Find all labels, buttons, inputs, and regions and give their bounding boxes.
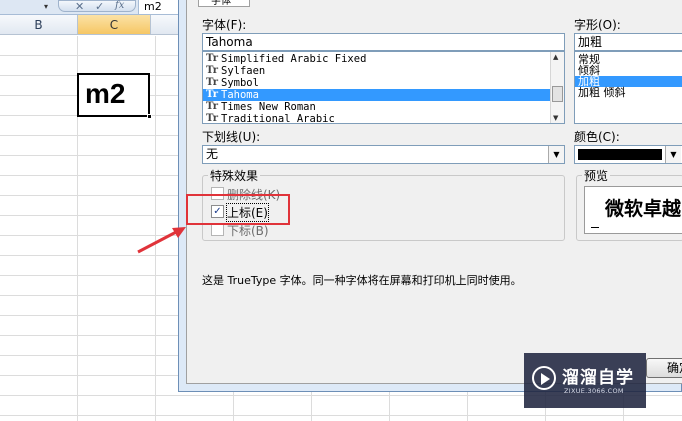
font-description: 这是 TrueType 字体。同一种字体将在屏幕和打印机上同时使用。: [202, 274, 522, 287]
scroll-up-icon[interactable]: ▲: [553, 53, 558, 61]
underline-select[interactable]: 无 ▼: [202, 145, 565, 164]
truetype-icon: Tr: [206, 77, 218, 88]
preview-sample: 微软卓越: [605, 198, 682, 220]
font-list-scrollbar[interactable]: ▲ ▼: [550, 52, 564, 123]
play-icon: [532, 366, 556, 390]
font-list-item[interactable]: Tr Simplified Arabic Fixed: [203, 53, 564, 65]
color-picker[interactable]: ▼: [574, 145, 682, 164]
style-label: 字形(O):: [574, 18, 621, 32]
preview-baseline: [591, 227, 599, 228]
truetype-icon: Tr: [206, 89, 218, 100]
font-list-item[interactable]: Tr Traditional Arabic: [203, 113, 564, 124]
active-cell-value: m2: [85, 78, 126, 109]
font-list[interactable]: Tr Simplified Arabic Fixed Tr Sylfaen Tr Sy…: [202, 51, 565, 124]
tab-font[interactable]: 字体: [198, 0, 250, 7]
font-dialog-body: 字体 字体(F): Tahoma Tr Simplified Arabic Fix…: [186, 0, 682, 384]
chevron-down-icon[interactable]: ▼: [548, 146, 564, 163]
preview-title: 预览: [582, 167, 611, 184]
insert-function-icon[interactable]: fx: [115, 0, 124, 11]
fill-handle[interactable]: [147, 114, 152, 119]
font-list-item[interactable]: Tr Symbol: [203, 77, 564, 89]
name-box-dropdown[interactable]: ▾: [44, 2, 48, 11]
red-arrow-icon: [137, 227, 186, 254]
enter-icon[interactable]: ✓: [95, 0, 104, 13]
column-header-d[interactable]: [151, 15, 178, 35]
truetype-icon: Tr: [206, 53, 218, 64]
font-label: 字体(F):: [202, 18, 247, 32]
cancel-icon[interactable]: ✕: [75, 0, 84, 13]
color-swatch: [578, 149, 662, 160]
font-list-item-selected[interactable]: Tr Tahoma: [203, 89, 564, 101]
effects-title: 特殊效果: [208, 167, 261, 184]
column-header-b[interactable]: B: [0, 15, 78, 35]
underline-value: 无: [206, 147, 219, 161]
scroll-thumb[interactable]: [552, 86, 563, 102]
watermark-name: 溜溜自学: [562, 368, 634, 388]
formula-input[interactable]: m2: [138, 0, 178, 14]
font-list-item[interactable]: Tr Sylfaen: [203, 65, 564, 77]
watermark-url: ZIXUE.3066.COM: [564, 387, 624, 395]
formula-bar: ▾ ✕ ✓ fx m2: [0, 0, 178, 15]
color-label: 颜色(C):: [574, 130, 620, 144]
truetype-icon: Tr: [206, 101, 218, 112]
ok-button[interactable]: 确定: [646, 358, 682, 378]
style-list[interactable]: 常规 倾斜 加粗 加粗 倾斜: [574, 51, 682, 124]
truetype-icon: Tr: [206, 113, 218, 124]
formula-buttons: ✕ ✓ fx: [58, 0, 136, 13]
style-input[interactable]: 加粗: [574, 33, 682, 51]
active-cell[interactable]: m2: [77, 73, 152, 119]
chevron-down-icon[interactable]: ▼: [665, 146, 681, 163]
highlight-box: [186, 194, 290, 225]
truetype-icon: Tr: [206, 65, 218, 76]
column-header-c[interactable]: C: [78, 15, 151, 35]
style-list-item[interactable]: 加粗 倾斜: [575, 87, 682, 98]
preview-box: 微软卓越: [584, 186, 682, 234]
underline-label: 下划线(U):: [202, 130, 261, 144]
font-list-item[interactable]: Tr Times New Roman: [203, 101, 564, 113]
font-input[interactable]: Tahoma: [202, 33, 565, 51]
scroll-down-icon[interactable]: ▼: [553, 114, 558, 122]
watermark: 溜溜自学 ZIXUE.3066.COM: [524, 353, 646, 408]
